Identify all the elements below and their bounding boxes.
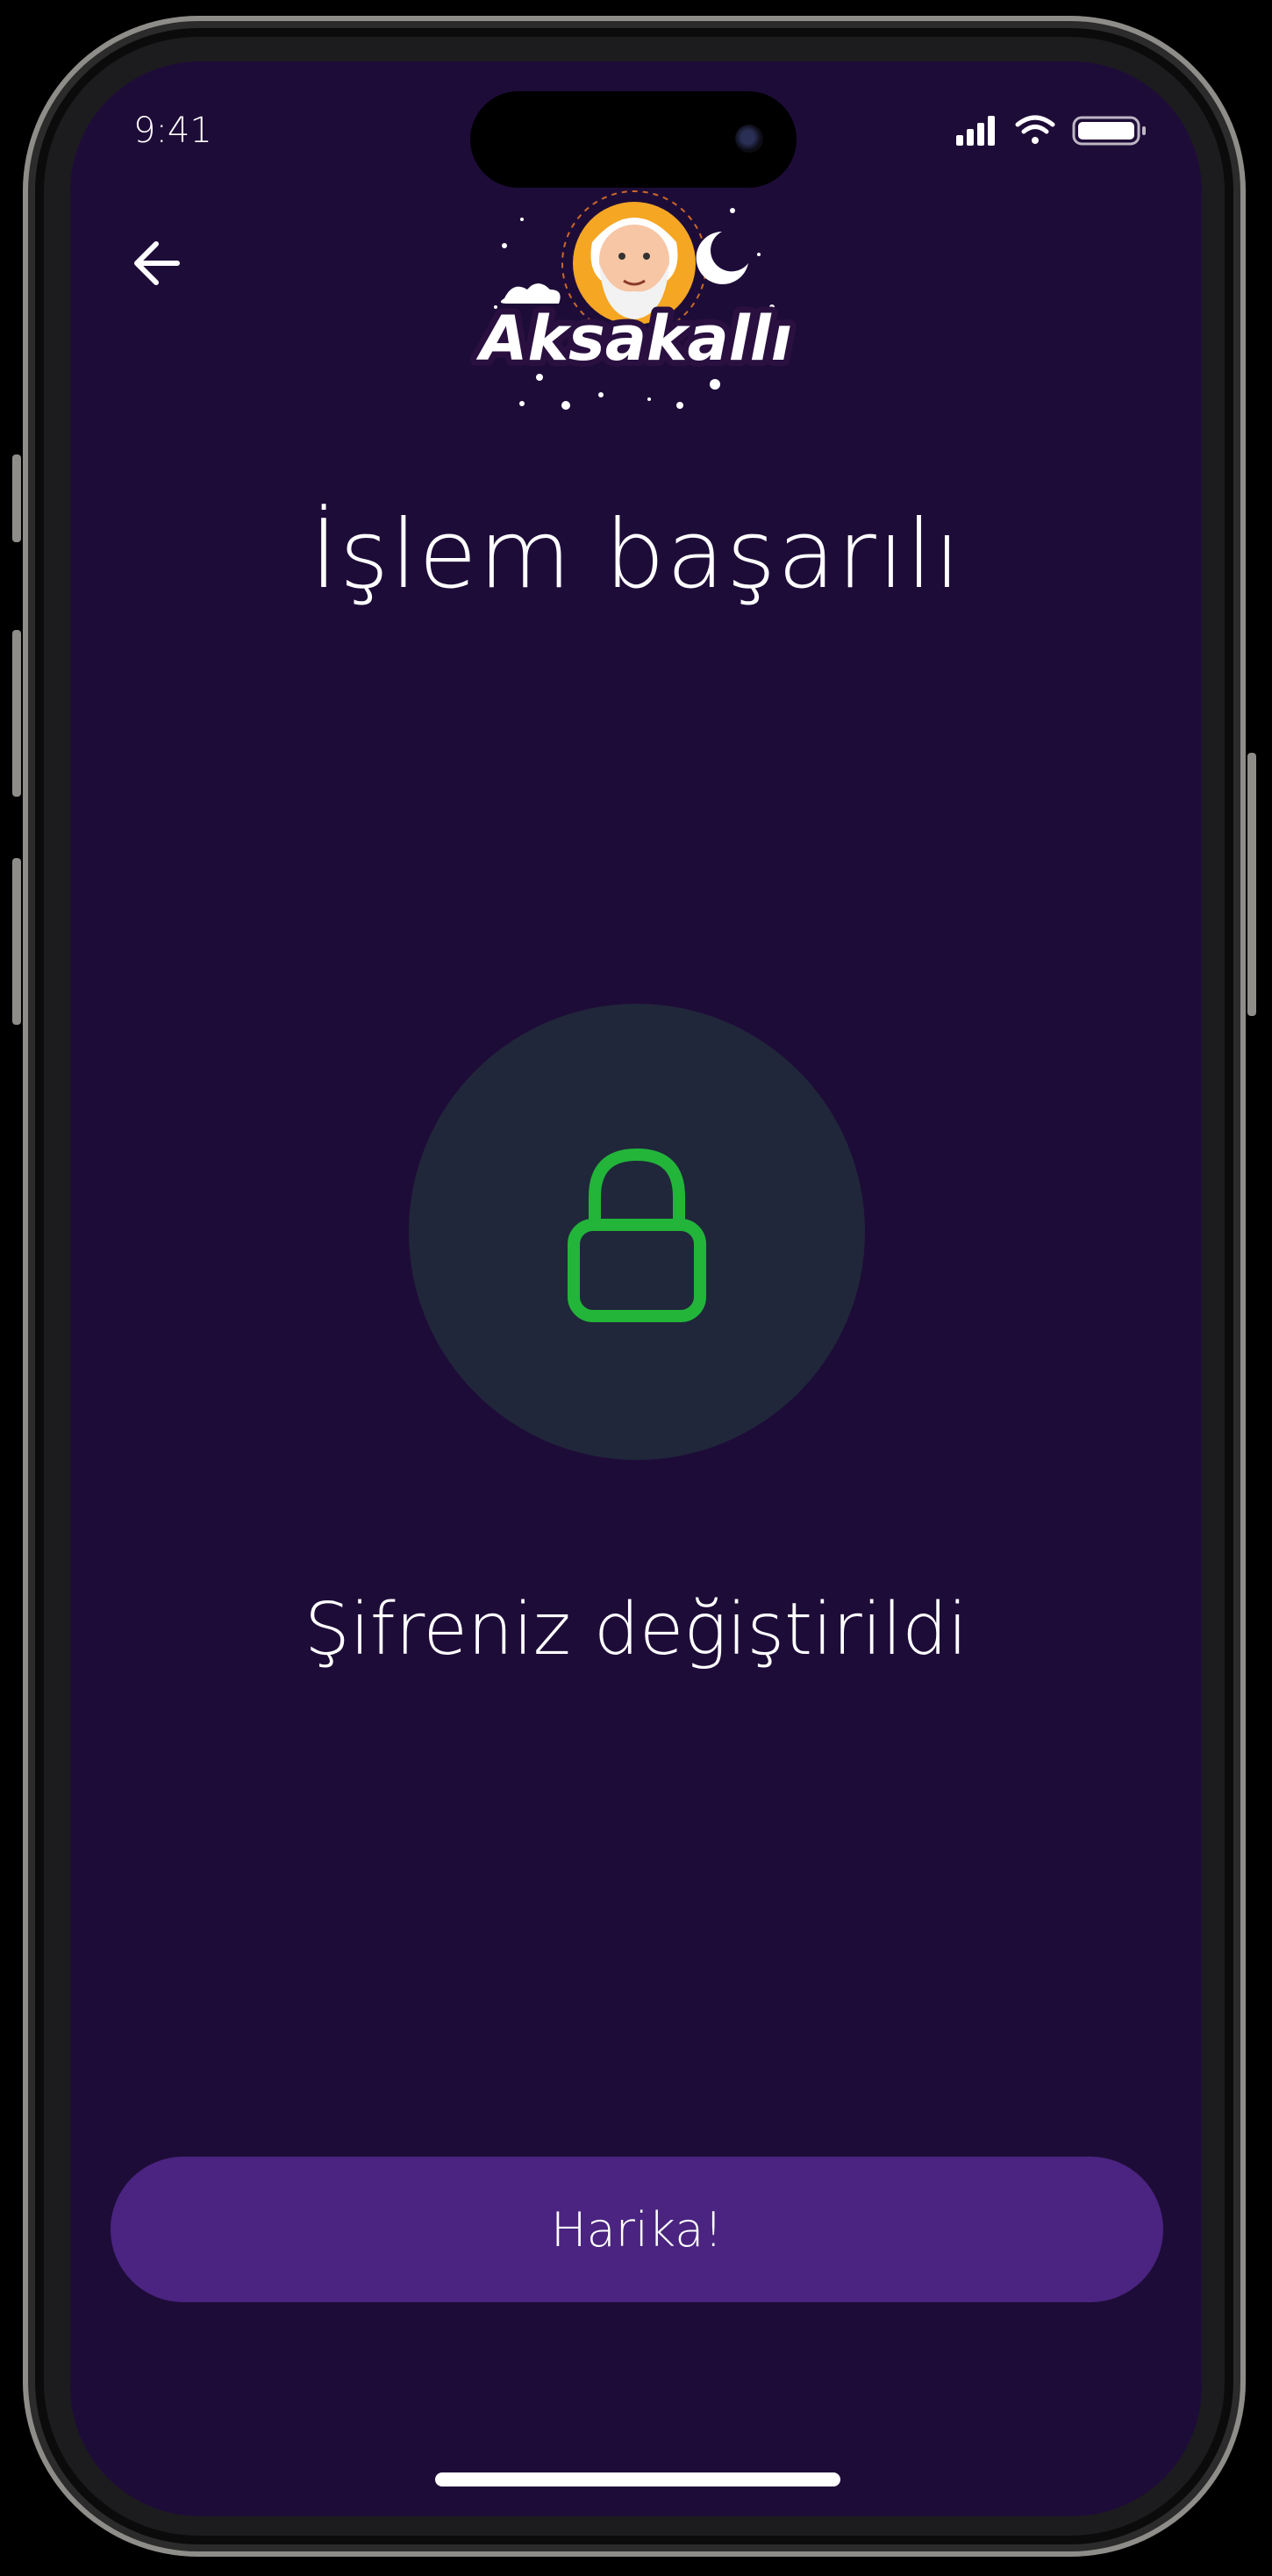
status-icons (956, 115, 1146, 146)
app-screen: 9:41 Aksakallı Aksakallı İşlem başarılı … (70, 61, 1202, 2516)
volume-down-button (12, 858, 21, 1025)
svg-text:Aksakallı: Aksakallı (475, 303, 791, 375)
wifi-icon (1015, 115, 1055, 144)
lock-icon (568, 1148, 706, 1322)
back-arrow-icon[interactable] (123, 228, 193, 298)
confirm-button[interactable]: Harika! (111, 2157, 1163, 2302)
status-time: 9:41 (133, 111, 212, 151)
dynamic-island (470, 91, 797, 188)
success-message: Şifreniz değiştirildi (304, 1588, 968, 1671)
lock-badge (409, 1004, 865, 1460)
confirm-button-label: Harika! (551, 2201, 723, 2258)
signal-icon (956, 116, 995, 146)
home-indicator[interactable] (435, 2472, 840, 2487)
page-title: İşlem başarılı (310, 500, 962, 610)
power-button (1247, 753, 1256, 1016)
front-camera (735, 125, 763, 153)
mute-switch (12, 454, 21, 542)
battery-icon (1072, 116, 1146, 146)
logo-wordmark: Aksakallı Aksakallı (469, 297, 797, 381)
volume-up-button (12, 630, 21, 797)
aksakalli-logo: Aksakallı Aksakallı (469, 190, 798, 410)
